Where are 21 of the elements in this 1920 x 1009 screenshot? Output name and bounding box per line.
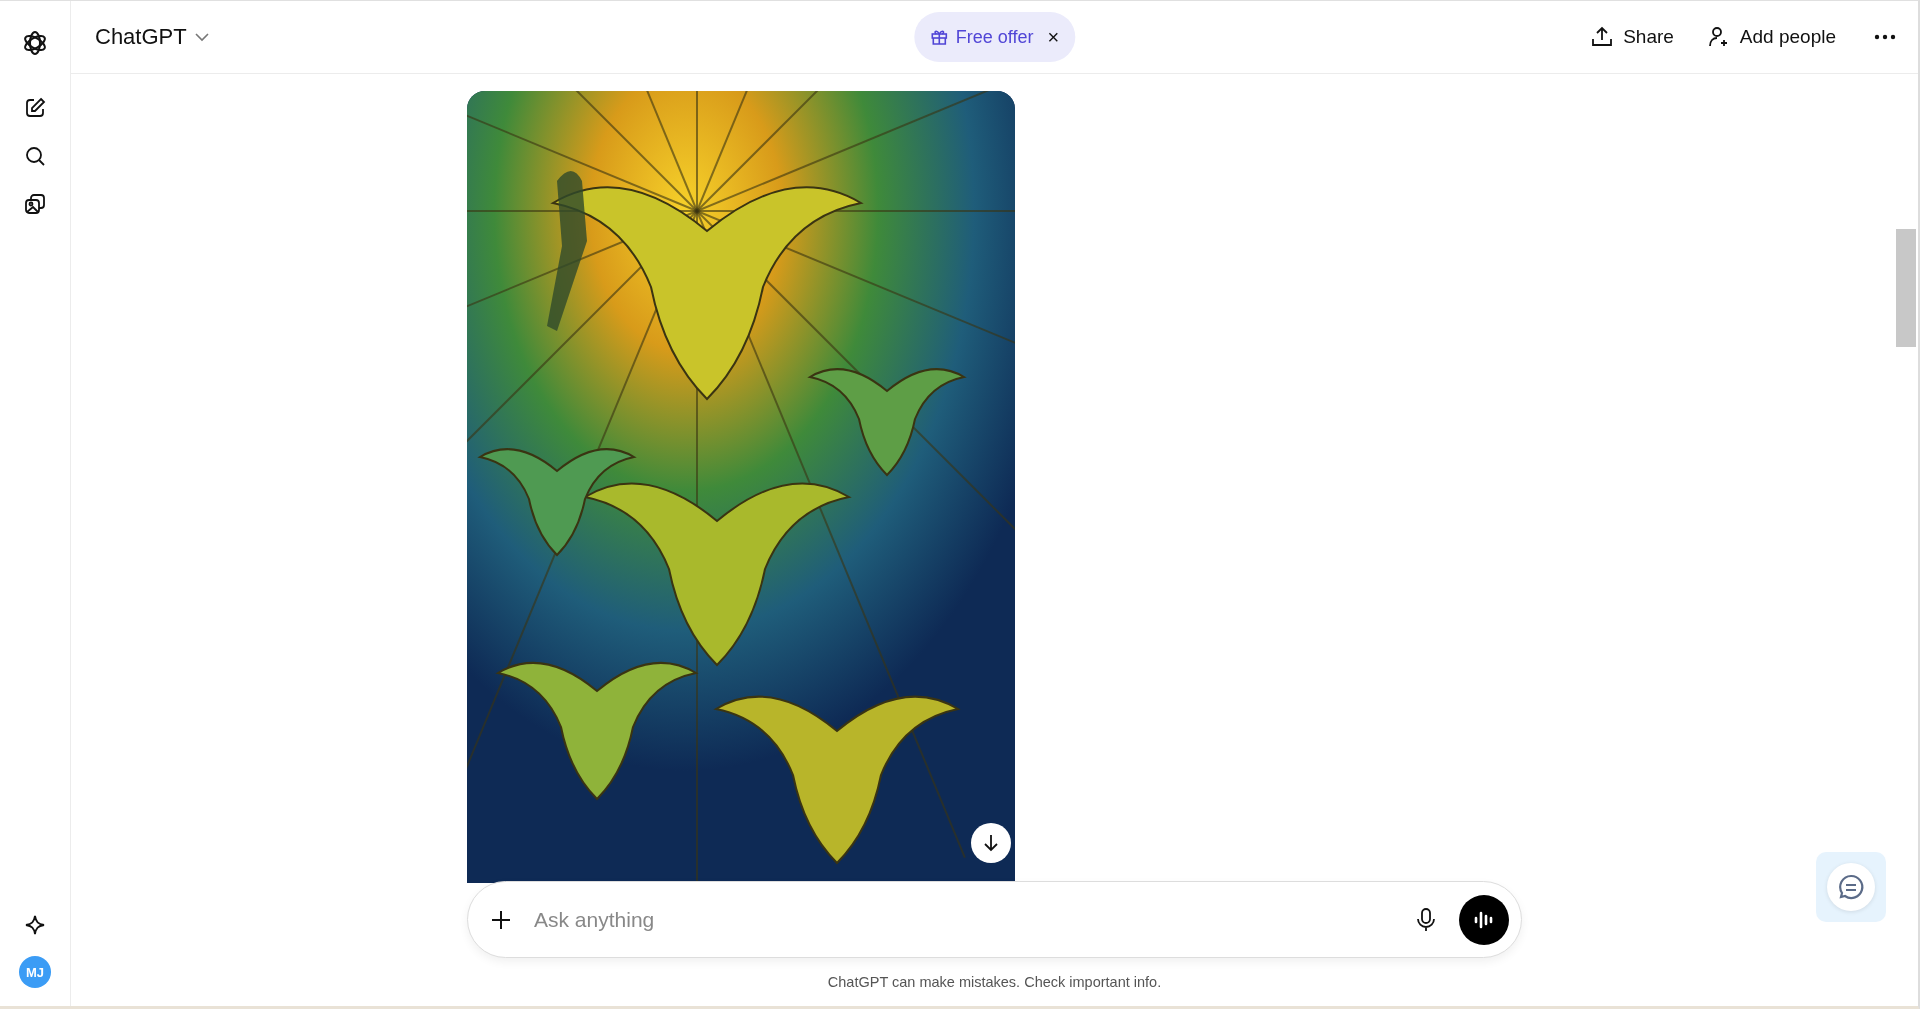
offer-label[interactable]: Free offer bbox=[955, 26, 1034, 48]
scrollbar-thumb[interactable] bbox=[1896, 229, 1916, 347]
message-field[interactable]: Ask anything bbox=[467, 881, 1522, 958]
person-add-icon bbox=[1707, 26, 1730, 48]
model-selector[interactable]: ChatGPT bbox=[95, 24, 209, 50]
microphone-icon[interactable] bbox=[1417, 907, 1435, 932]
voice-button[interactable] bbox=[1459, 894, 1509, 945]
more-icon[interactable] bbox=[1874, 34, 1896, 40]
share-button[interactable]: Share bbox=[1591, 26, 1674, 48]
disclaimer-text: ChatGPT can make mistakes. Check important info. bbox=[826, 973, 1163, 992]
upload-icon bbox=[1591, 26, 1614, 48]
add-people-button[interactable]: Add people bbox=[1707, 26, 1836, 48]
download-icon bbox=[981, 833, 1001, 853]
add-icon[interactable] bbox=[490, 908, 512, 931]
waveform-icon bbox=[1473, 909, 1495, 930]
chat-widget-button[interactable] bbox=[1816, 852, 1886, 922]
message-input[interactable]: Ask anything bbox=[532, 906, 1417, 933]
gift-icon bbox=[929, 28, 948, 46]
close-button[interactable]: × bbox=[1047, 25, 1060, 49]
chat-bubble-icon bbox=[1837, 873, 1865, 901]
chevron-icon bbox=[194, 32, 209, 42]
